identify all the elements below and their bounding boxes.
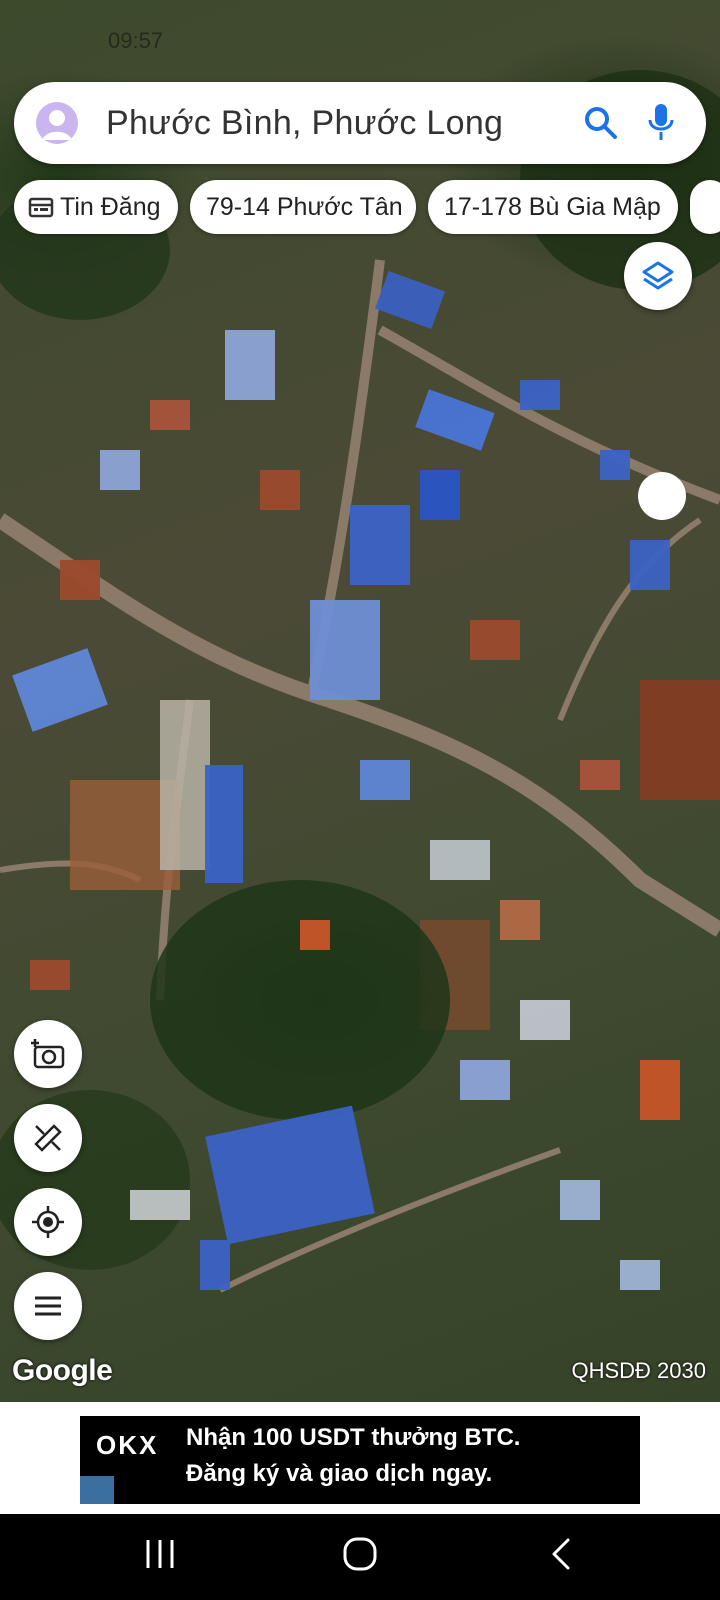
add-photo-button[interactable] — [14, 1020, 82, 1088]
system-nav-bar — [0, 1514, 720, 1600]
mic-icon[interactable] — [646, 102, 676, 144]
chip-79-14-phuoc-tan[interactable]: 79-14 Phước Tân — [190, 180, 416, 234]
ad-logo: OKX — [96, 1430, 159, 1460]
measure-button[interactable] — [14, 1104, 82, 1172]
ad-subline: Đăng ký và giao dịch ngay. — [186, 1460, 493, 1487]
my-location-button[interactable] — [14, 1188, 82, 1256]
search-icon[interactable] — [582, 104, 620, 142]
chip-17-178-bu-gia-map[interactable]: 17-178 Bù Gia Mập — [428, 180, 678, 234]
chip-label: Tin Đăng — [60, 193, 161, 221]
map-drag-handle[interactable] — [638, 472, 686, 520]
map-attribution: QHSDĐ 2030 — [571, 1358, 706, 1383]
ad-choices-icon[interactable] — [80, 1476, 114, 1504]
layers-icon — [642, 261, 674, 290]
chip-label: 79-14 Phước Tân — [206, 193, 403, 221]
menu-icon — [35, 1296, 61, 1316]
chip-more[interactable] — [690, 180, 720, 234]
search-query-text[interactable]: Phước Bình, Phước Long — [106, 104, 503, 143]
calendar-icon — [28, 197, 54, 218]
status-bar-time: 09:57 — [108, 28, 164, 53]
ad-banner[interactable]: OKX Nhận 100 USDT thưởng BTC. Đăng ký và… — [80, 1416, 640, 1504]
chip-tin-dang[interactable]: Tin Đăng — [14, 180, 178, 234]
ad-headline: Nhận 100 USDT thưởng BTC. — [186, 1424, 521, 1451]
ad-banner-area: OKX Nhận 100 USDT thưởng BTC. Đăng ký và… — [0, 1402, 720, 1514]
person-icon — [42, 110, 72, 140]
back-icon[interactable] — [542, 1534, 582, 1574]
avatar[interactable] — [36, 102, 78, 144]
search-bar[interactable]: Phước Bình, Phước Long — [14, 82, 706, 164]
chip-label: 17-178 Bù Gia Mập — [444, 193, 661, 221]
my-location-icon — [32, 1206, 64, 1238]
google-logo: Google — [12, 1354, 113, 1387]
menu-button[interactable] — [14, 1272, 82, 1340]
layers-button[interactable] — [624, 242, 692, 310]
recent-apps-icon[interactable] — [140, 1534, 180, 1574]
home-icon[interactable] — [340, 1534, 380, 1574]
ruler-icon — [34, 1124, 62, 1152]
add-photo-icon — [31, 1039, 65, 1069]
